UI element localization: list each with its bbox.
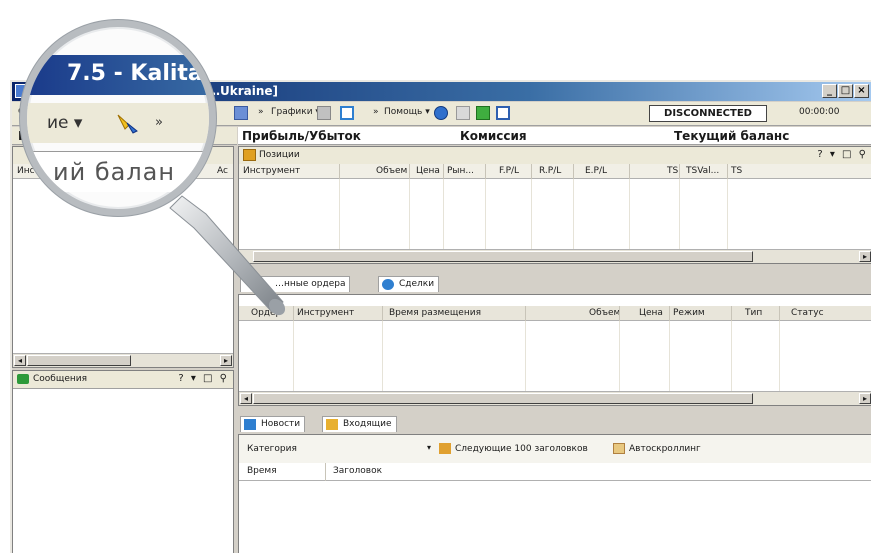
window-icon[interactable] <box>340 106 354 120</box>
col-rpl[interactable]: R.P/L <box>539 166 561 176</box>
lens-menu-bar: ие ▾ » <box>27 103 209 143</box>
column-account[interactable]: Ac <box>217 166 228 176</box>
orders-scroll-thumb[interactable] <box>253 393 753 404</box>
col-order-price[interactable]: Цена <box>639 308 663 318</box>
category-dropdown-icon[interactable]: ▾ <box>427 443 431 452</box>
news-icon <box>244 419 256 430</box>
connection-status: DISCONNECTED <box>649 105 767 122</box>
window-controls: _ □ × <box>822 84 869 98</box>
help-icon[interactable] <box>434 106 448 120</box>
orders-scroll-right[interactable]: ▸ <box>859 393 871 404</box>
tab-news-label: Новости <box>261 419 301 429</box>
deals-icon <box>382 279 394 290</box>
positions-column-header: Инструмент Объем Цена Рын... F.P/L R.P/L… <box>239 164 871 179</box>
tab-news[interactable]: Новости <box>240 416 306 432</box>
news-filter-bar: Категория ▾ Следующие 100 заголовков Авт… <box>239 435 871 464</box>
positions-scroll-thumb[interactable] <box>253 251 753 262</box>
lens-balance-row: ий балан <box>27 151 209 192</box>
tab-deals[interactable]: Сделки <box>378 276 440 292</box>
lens-title-text: 7.5 - Kalita- <box>67 61 212 86</box>
positions-title: Позиции <box>259 150 300 160</box>
positions-hscrollbar[interactable]: ▸ <box>239 249 871 263</box>
tab-active-orders[interactable]: …нные ордера <box>240 276 351 292</box>
col-fpl[interactable]: F.P/L <box>499 166 519 176</box>
col-mode[interactable]: Режим <box>673 308 705 318</box>
autoscroll-icon <box>613 443 625 454</box>
profit-loss-label: Прибыль/Убыток <box>242 129 361 143</box>
close-button[interactable]: × <box>854 84 869 98</box>
orders-scroll-left[interactable]: ◂ <box>240 393 252 404</box>
col-price[interactable]: Цена <box>416 166 440 176</box>
positions-header: Позиции ? ▾ □ ⚲ <box>239 147 871 165</box>
positions-panel: Позиции ? ▾ □ ⚲ Инструмент Объем Цена Ры… <box>238 146 871 264</box>
magnifier-lens: 7.5 - Kalita- ие ▾ » ий балан <box>20 20 216 216</box>
scroll-thumb[interactable] <box>27 355 131 366</box>
inbox-icon <box>326 419 338 430</box>
minimize-button[interactable]: _ <box>822 84 837 98</box>
print-icon[interactable] <box>456 106 470 120</box>
positions-scroll-right[interactable]: ▸ <box>859 251 871 262</box>
session-timer: 00:00:00 <box>799 107 840 117</box>
col-headline[interactable]: Заголовок <box>333 466 382 476</box>
news-column-header: Время Заголовок <box>239 463 871 481</box>
category-select[interactable] <box>309 441 425 456</box>
tab-deals-label: Сделки <box>399 279 435 289</box>
toolbar-more-1[interactable]: » <box>258 107 264 117</box>
col-ts2[interactable]: TS <box>731 166 742 176</box>
lens-menu-text: ие ▾ <box>47 113 83 133</box>
col-order-volume[interactable]: Объем <box>589 308 620 318</box>
category-label: Категория <box>247 444 297 454</box>
lens-title-bar: 7.5 - Kalita- <box>27 55 212 95</box>
col-volume[interactable]: Объем <box>376 166 407 176</box>
window-title: …Ukraine] <box>208 84 279 98</box>
scroll-right-arrow[interactable]: ▸ <box>220 355 232 366</box>
positions-controls[interactable]: ? ▾ □ ⚲ <box>817 149 868 160</box>
autoscroll-toggle[interactable]: Автоскроллинг <box>629 444 701 454</box>
col-order[interactable]: Ордер <box>251 308 281 318</box>
orders-panel: Ордер Инструмент Время размещения Объем … <box>238 294 871 406</box>
col-order-instrument[interactable]: Инструмент <box>297 308 354 318</box>
chart-icon[interactable] <box>317 106 331 120</box>
info-icon[interactable] <box>496 106 510 120</box>
messages-panel: Сообщения ? ▾ □ ⚲ <box>12 370 234 553</box>
news-tab-strip: Новости Входящие <box>238 415 871 433</box>
col-placement-time[interactable]: Время размещения <box>389 308 481 318</box>
col-status[interactable]: Статус <box>791 308 824 318</box>
balance-hscrollbar[interactable]: ◂ ▸ <box>13 353 233 367</box>
col-epl[interactable]: E.P/L <box>585 166 607 176</box>
toolbar-help-menu[interactable]: Помощь ▾ <box>384 107 430 117</box>
toolbar-charts-menu[interactable]: Графики ▾ <box>271 107 320 117</box>
tab-active-orders-label: …нные ордера <box>275 279 346 289</box>
col-tsval[interactable]: TSVal... <box>686 166 719 176</box>
orders-column-header: Ордер Инструмент Время размещения Объем … <box>239 306 871 321</box>
current-balance-label: Текущий баланс <box>674 129 790 143</box>
balance-bar: Прибыль/Убыток Комиссия Текущий баланс <box>238 127 871 145</box>
settings-icon <box>117 114 138 134</box>
tab-inbox-label: Входящие <box>343 419 392 429</box>
col-type[interactable]: Тип <box>745 308 762 318</box>
messages-title: Сообщения <box>33 374 88 384</box>
col-ts[interactable]: TS <box>667 166 678 176</box>
positions-icon <box>243 149 256 161</box>
tab-inbox[interactable]: Входящие <box>322 416 397 432</box>
settings-icon[interactable] <box>234 106 248 120</box>
messages-header: Сообщения ? ▾ □ ⚲ <box>13 371 233 389</box>
news-panel: Категория ▾ Следующие 100 заголовков Авт… <box>238 434 871 553</box>
col-time[interactable]: Время <box>247 466 277 476</box>
orders-tab-strip: …нные ордера Сделки <box>238 275 871 293</box>
messages-controls[interactable]: ? ▾ □ ⚲ <box>178 373 229 384</box>
orders-hscrollbar[interactable]: ◂ ▸ <box>239 391 871 405</box>
next-headlines-button[interactable]: Следующие 100 заголовков <box>455 444 588 454</box>
commission-label: Комиссия <box>460 129 527 143</box>
next-headlines-icon <box>439 443 451 454</box>
col-instrument[interactable]: Инструмент <box>243 166 300 176</box>
maximize-button[interactable]: □ <box>838 84 853 98</box>
toolbar-more-2[interactable]: » <box>373 107 379 117</box>
scroll-left-arrow[interactable]: ◂ <box>14 355 26 366</box>
col-market[interactable]: Рын... <box>447 166 474 176</box>
messages-icon <box>17 374 29 384</box>
lens-menu-more: » <box>155 115 163 130</box>
lens-balance-text: ий балан <box>53 158 176 186</box>
green-square-icon[interactable] <box>476 106 490 120</box>
